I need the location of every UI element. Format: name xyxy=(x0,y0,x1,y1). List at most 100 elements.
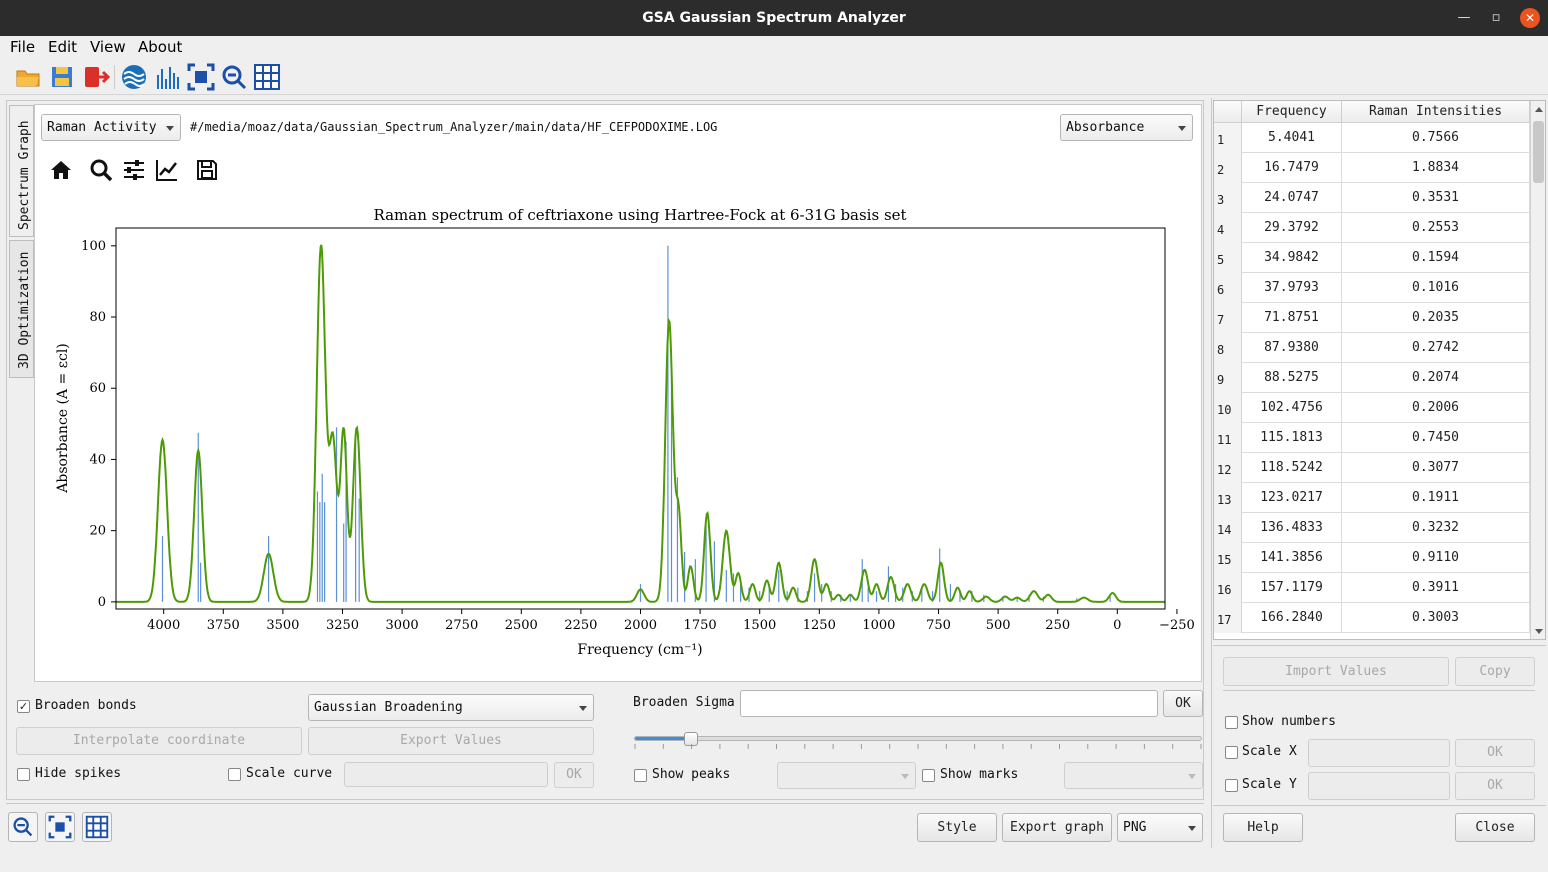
scale-curve-input[interactable] xyxy=(344,762,548,787)
frequency-cell[interactable]: 141.3856 xyxy=(1242,543,1342,573)
grid-icon[interactable] xyxy=(253,63,281,91)
frequency-cell[interactable]: 87.9380 xyxy=(1242,333,1342,363)
frequency-cell[interactable]: 102.4756 xyxy=(1242,393,1342,423)
table-row[interactable]: 7 71.8751 0.2035 xyxy=(1214,303,1530,333)
table-row[interactable]: 16 157.1179 0.3911 xyxy=(1214,573,1530,603)
broaden-sigma-input[interactable] xyxy=(740,690,1158,717)
sigma-slider-track[interactable] xyxy=(634,736,1202,741)
frequency-cell[interactable]: 123.0217 xyxy=(1242,483,1342,513)
menu-edit[interactable]: Edit xyxy=(48,38,77,56)
marks-combo[interactable] xyxy=(1064,762,1203,789)
tab-3d-optimization[interactable]: 3D Optimization xyxy=(9,240,34,378)
copy-button[interactable]: Copy xyxy=(1455,657,1535,686)
frequency-cell[interactable]: 16.7479 xyxy=(1242,153,1342,183)
spectrum-chart[interactable]: Raman spectrum of ceftriaxone using Hart… xyxy=(36,200,1200,670)
show-peaks-checkbox[interactable] xyxy=(634,769,647,782)
intensity-cell[interactable]: 0.3531 xyxy=(1342,183,1530,213)
scale-x-checkbox[interactable] xyxy=(1225,746,1238,759)
intensity-cell[interactable]: 0.2035 xyxy=(1342,303,1530,333)
zoom-icon[interactable] xyxy=(89,158,113,182)
frequency-cell[interactable]: 5.4041 xyxy=(1242,123,1342,153)
scale-y-checkbox[interactable] xyxy=(1225,779,1238,792)
scale-curve-ok-button[interactable]: OK xyxy=(554,762,594,788)
intensity-cell[interactable]: 0.3911 xyxy=(1342,573,1530,603)
table-row[interactable]: 3 24.0747 0.3531 xyxy=(1214,183,1530,213)
values-table[interactable]: Frequency Raman Intensities 1 5.4041 0.756… xyxy=(1213,100,1546,640)
intensity-cell[interactable]: 0.2742 xyxy=(1342,333,1530,363)
spectrum-icon[interactable] xyxy=(154,63,182,91)
fit-view-button[interactable] xyxy=(45,812,75,842)
grid-toggle-button[interactable] xyxy=(82,812,112,842)
header-frequency[interactable]: Frequency xyxy=(1242,101,1342,123)
table-row[interactable]: 1 5.4041 0.7566 xyxy=(1214,123,1530,153)
frequency-cell[interactable]: 118.5242 xyxy=(1242,453,1342,483)
open-folder-icon[interactable] xyxy=(14,63,42,91)
intensity-cell[interactable]: 0.3077 xyxy=(1342,453,1530,483)
scale-x-ok-button[interactable]: OK xyxy=(1455,739,1535,767)
header-raman-intensities[interactable]: Raman Intensities xyxy=(1342,101,1530,123)
peaks-combo[interactable] xyxy=(777,762,916,789)
scroll-down-icon[interactable] xyxy=(1535,629,1543,634)
table-row[interactable]: 6 37.9793 0.1016 xyxy=(1214,273,1530,303)
frequency-cell[interactable]: 166.2840 xyxy=(1242,603,1342,633)
frequency-cell[interactable]: 34.9842 xyxy=(1242,243,1342,273)
table-row[interactable]: 17 166.2840 0.3003 xyxy=(1214,603,1530,633)
minimize-icon[interactable]: — xyxy=(1452,0,1476,36)
save-figure-icon[interactable] xyxy=(195,158,219,182)
close-button[interactable]: Close xyxy=(1455,813,1535,842)
zoom-out-icon[interactable] xyxy=(220,63,248,91)
save-icon[interactable] xyxy=(48,63,76,91)
menu-about[interactable]: About xyxy=(138,38,182,56)
intensity-cell[interactable]: 0.3003 xyxy=(1342,603,1530,633)
help-button[interactable]: Help xyxy=(1223,813,1303,842)
water-icon[interactable] xyxy=(120,63,148,91)
intensity-cell[interactable]: 0.3232 xyxy=(1342,513,1530,543)
interpolate-button[interactable]: Interpolate coordinate xyxy=(16,727,302,755)
export-values-button[interactable]: Export Values xyxy=(308,727,594,755)
fit-view-icon[interactable] xyxy=(187,63,215,91)
intensity-cell[interactable]: 0.1594 xyxy=(1342,243,1530,273)
intensity-cell[interactable]: 0.2074 xyxy=(1342,363,1530,393)
sigma-ok-button[interactable]: OK xyxy=(1163,690,1203,717)
table-row[interactable]: 2 16.7479 1.8834 xyxy=(1214,153,1530,183)
scale-y-ok-button[interactable]: OK xyxy=(1455,772,1535,800)
table-scrollbar[interactable] xyxy=(1530,101,1545,639)
show-numbers-checkbox[interactable] xyxy=(1225,716,1238,729)
intensity-cell[interactable]: 0.7566 xyxy=(1342,123,1530,153)
maximize-icon[interactable]: ▫ xyxy=(1484,0,1508,36)
table-row[interactable]: 8 87.9380 0.2742 xyxy=(1214,333,1530,363)
broadening-combo[interactable]: Gaussian Broadening xyxy=(308,694,594,721)
table-row[interactable]: 15 141.3856 0.9110 xyxy=(1214,543,1530,573)
table-row[interactable]: 11 115.1813 0.7450 xyxy=(1214,423,1530,453)
tab-spectrum-graph[interactable]: Spectrum Graph xyxy=(9,105,34,237)
scale-curve-checkbox[interactable] xyxy=(228,768,241,781)
frequency-cell[interactable]: 88.5275 xyxy=(1242,363,1342,393)
table-row[interactable]: 14 136.4833 0.3232 xyxy=(1214,513,1530,543)
intensity-cell[interactable]: 0.1016 xyxy=(1342,273,1530,303)
hide-spikes-checkbox[interactable] xyxy=(17,768,30,781)
intensity-cell[interactable]: 0.2553 xyxy=(1342,213,1530,243)
table-row[interactable]: 12 118.5242 0.3077 xyxy=(1214,453,1530,483)
scale-x-input[interactable] xyxy=(1308,739,1450,767)
frequency-cell[interactable]: 71.8751 xyxy=(1242,303,1342,333)
mode-combo[interactable]: Raman Activity xyxy=(41,114,181,141)
format-combo[interactable]: PNG xyxy=(1117,813,1203,842)
frequency-cell[interactable]: 136.4833 xyxy=(1242,513,1342,543)
intensity-cell[interactable]: 0.1911 xyxy=(1342,483,1530,513)
frequency-cell[interactable]: 37.9793 xyxy=(1242,273,1342,303)
broaden-bonds-checkbox[interactable]: ✓ xyxy=(17,700,30,713)
intensity-cell[interactable]: 0.7450 xyxy=(1342,423,1530,453)
frequency-cell[interactable]: 157.1179 xyxy=(1242,573,1342,603)
scale-y-input[interactable] xyxy=(1308,772,1450,800)
configure-subplots-icon[interactable] xyxy=(122,158,146,182)
menu-view[interactable]: View xyxy=(90,38,126,56)
table-row[interactable]: 4 29.3792 0.2553 xyxy=(1214,213,1530,243)
home-icon[interactable] xyxy=(49,158,73,182)
menu-file[interactable]: File xyxy=(10,38,35,56)
show-marks-checkbox[interactable] xyxy=(922,769,935,782)
import-values-button[interactable]: Import Values xyxy=(1223,657,1449,686)
frequency-cell[interactable]: 29.3792 xyxy=(1242,213,1342,243)
table-row[interactable]: 10 102.4756 0.2006 xyxy=(1214,393,1530,423)
table-row[interactable]: 5 34.9842 0.1594 xyxy=(1214,243,1530,273)
table-row[interactable]: 9 88.5275 0.2074 xyxy=(1214,363,1530,393)
